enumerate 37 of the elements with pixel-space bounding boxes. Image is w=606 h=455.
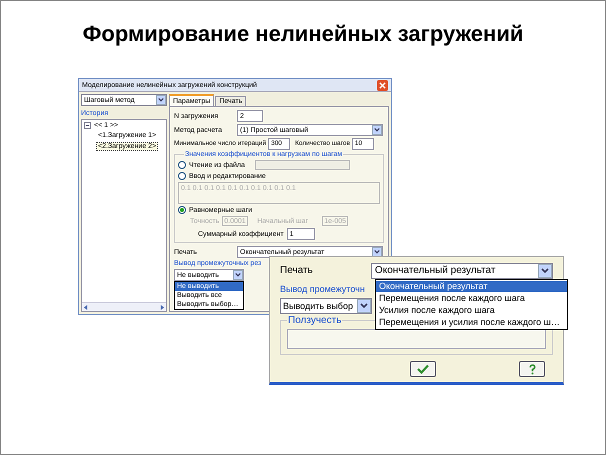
dropdown-option[interactable]: Перемещения после каждого шага (376, 293, 567, 304)
radio-button[interactable] (178, 161, 186, 169)
checkmark-icon (417, 364, 429, 374)
dropdown-option[interactable]: Усилия после каждого шага (376, 305, 567, 316)
caret-icon (541, 267, 549, 275)
caret-icon (374, 249, 380, 255)
tree-toggle[interactable] (84, 122, 91, 129)
group-legend: Вывод промежуточн (280, 285, 372, 294)
dropdown-button[interactable] (372, 125, 382, 135)
scroll-right-icon[interactable] (160, 304, 165, 310)
dropdown-option[interactable]: Окончательный результат (376, 281, 567, 292)
scroll-left-icon[interactable] (83, 304, 88, 310)
print-dropdown[interactable]: Окончательный результат (370, 263, 553, 279)
ok-button[interactable] (410, 361, 436, 377)
question-mark-icon (528, 364, 536, 374)
group-legend: Ползучесть (287, 316, 342, 326)
caret-icon (158, 97, 164, 103)
dropdown-button[interactable] (233, 270, 243, 280)
help-button[interactable] (519, 361, 545, 377)
close-icon (379, 82, 386, 88)
field-label: Печать (280, 266, 314, 276)
dropdown-button[interactable] (538, 264, 552, 278)
caret-icon (374, 127, 380, 133)
caret-icon (235, 272, 241, 278)
radio-button[interactable] (178, 206, 186, 214)
intermediate-dropdown[interactable]: Выводить выбор (280, 298, 372, 314)
horizontal-scrollbar[interactable] (82, 302, 166, 311)
caret-icon (360, 302, 368, 310)
dropdown-button[interactable] (372, 247, 382, 257)
input-field[interactable] (287, 329, 546, 349)
file-field[interactable] (255, 160, 350, 170)
dropdown-option[interactable]: Перемещения и усилия после каждого ш… (376, 317, 567, 328)
dropdown-button[interactable] (156, 95, 166, 105)
dropdown-button[interactable] (357, 299, 371, 313)
radio-button[interactable] (178, 172, 186, 180)
slide-title: Формирование нелинейных загружений (82, 23, 524, 45)
close-button[interactable] (377, 80, 388, 90)
